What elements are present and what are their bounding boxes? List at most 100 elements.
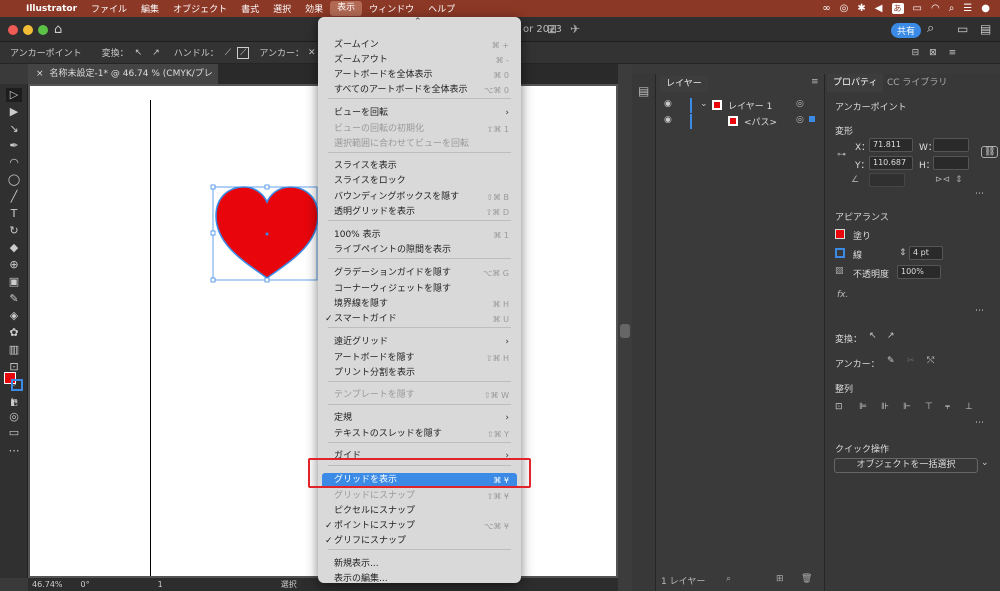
expand-chevron-icon[interactable]: ⌄ xyxy=(700,99,708,109)
blend-tool-icon[interactable]: ◈ xyxy=(6,309,22,323)
more-tools-icon[interactable]: ⋯ xyxy=(6,444,22,458)
menu-item-zoom-out[interactable]: ズームアウト ⌘ - xyxy=(322,53,517,68)
app-menu[interactable]: Illustrator xyxy=(19,4,84,14)
bbox-handle[interactable] xyxy=(210,184,216,190)
vertical-scrollbar[interactable] xyxy=(618,64,632,591)
siri-icon[interactable]: ● xyxy=(981,3,990,14)
menu-item-snap-to-glyph[interactable]: ✓ グリフにスナップ xyxy=(322,534,517,549)
handle-show-icon[interactable]: ⟋ xyxy=(225,48,231,58)
handle-hide-icon[interactable]: ⟋ xyxy=(237,46,250,59)
menu-item-show-slices[interactable]: スライスを表示 xyxy=(322,159,517,174)
path-name[interactable]: <パス> xyxy=(744,115,777,128)
bbox-handle[interactable] xyxy=(210,230,216,236)
locate-icon[interactable]: ⌕ xyxy=(726,574,731,584)
more-align-icon[interactable]: ⋯ xyxy=(975,418,984,428)
flip-h-icon[interactable]: ⊳⊲ xyxy=(935,175,950,185)
menu-file[interactable]: ファイル xyxy=(84,2,134,15)
w-field[interactable] xyxy=(933,138,969,152)
menu-item-reset-rotate[interactable]: ビューの回転の初期化 ⇧⌘ 1 xyxy=(322,122,517,137)
menu-object[interactable]: オブジェクト xyxy=(166,2,234,15)
layer-row[interactable]: ◉ ⌄ レイヤー 1 ◎ xyxy=(656,98,824,113)
menu-item-show-transparency-grid[interactable]: 透明グリッドを表示 ⇧⌘ D xyxy=(322,205,517,220)
type-tool-icon[interactable]: T xyxy=(6,207,22,221)
group-selection-icon[interactable]: ↘ xyxy=(6,122,22,136)
angle-field[interactable] xyxy=(869,173,905,187)
convert-corner-icon[interactable]: ↖ xyxy=(869,331,877,341)
scroll-up-chevron-icon[interactable]: ⌃ xyxy=(414,17,422,27)
home-icon[interactable]: ⌂ xyxy=(54,22,62,37)
gpu-icon[interactable]: ✈ xyxy=(570,22,580,36)
anchor-delete-icon[interactable]: ✎ xyxy=(887,356,895,366)
align-hcenter-icon[interactable]: ⊪ xyxy=(881,402,889,412)
document-tab[interactable]: ×名称未設定-1* @ 46.74 % (CMYK/プレビュー) xyxy=(28,64,218,99)
bbox-handle[interactable] xyxy=(264,184,270,190)
volume-icon[interactable]: ◀ xyxy=(875,3,883,14)
creative-cloud-icon[interactable]: ∞ xyxy=(822,3,830,14)
menu-item-show-livepaint-gaps[interactable]: ライブペイントの隙間を表示 xyxy=(322,243,517,258)
zoom-level[interactable]: 46.74% xyxy=(32,580,63,589)
anchor-join-icon[interactable]: ⤲ xyxy=(927,356,934,366)
arrange-icon[interactable]: ⊞ xyxy=(547,22,557,36)
selected-square-icon[interactable] xyxy=(809,116,815,122)
pen-tool-icon[interactable]: ✒ xyxy=(6,139,22,153)
menu-item-hide-artboards[interactable]: アートボードを隠す ⇧⌘ H xyxy=(322,351,517,366)
menu-item-hide-bounding-box[interactable]: バウンディングボックスを隠す ⇧⌘ B xyxy=(322,190,517,205)
menu-item-hide-text-threads[interactable]: テキストのスレッドを隠す ⇧⌘ Y xyxy=(322,427,517,442)
cc-libraries-tab[interactable]: CC ライブラリ xyxy=(881,74,953,92)
curvature-tool-icon[interactable]: ◠ xyxy=(6,156,22,170)
flip-v-icon[interactable]: ⇕ xyxy=(955,175,963,185)
reference-point-icon[interactable]: ⊶ xyxy=(837,150,846,160)
scroll-thumb[interactable] xyxy=(620,324,630,338)
anchor-remove-icon[interactable]: ✕ xyxy=(308,48,316,58)
close-button[interactable] xyxy=(8,25,18,35)
search-icon[interactable]: ⌕ xyxy=(927,21,934,36)
heart-shape[interactable] xyxy=(208,182,320,286)
layer-name[interactable]: レイヤー 1 xyxy=(728,99,772,112)
comments-icon[interactable]: ▤ xyxy=(638,84,649,98)
align-right-icon[interactable]: ⊩ xyxy=(903,402,911,412)
more-appearance-icon[interactable]: ⋯ xyxy=(975,306,984,316)
menu-item-snap-to-pixel[interactable]: ピクセルにスナップ xyxy=(322,504,517,519)
eyedropper-tool-icon[interactable]: ✎ xyxy=(6,292,22,306)
convert-corner-icon[interactable]: ↖ xyxy=(135,48,143,58)
more-transform-icon[interactable]: ⋯ xyxy=(975,189,984,199)
menu-item-rulers[interactable]: 定規 › xyxy=(322,411,517,426)
align-top-icon[interactable]: ⊤ xyxy=(925,402,933,412)
graph-tool-icon[interactable]: ▥ xyxy=(6,343,22,357)
control-center-icon[interactable]: ☰ xyxy=(963,3,972,14)
menu-edit[interactable]: 編集 xyxy=(134,2,166,15)
direct-selection-tool-icon[interactable]: ▶ xyxy=(6,105,22,119)
menu-item-lock-slices[interactable]: スライスをロック xyxy=(322,174,517,189)
artboard-number[interactable]: 1 xyxy=(158,580,163,589)
input-source-icon[interactable]: あ xyxy=(891,3,904,14)
bbox-handle[interactable] xyxy=(264,277,270,283)
x-field[interactable]: 71.811 xyxy=(869,138,913,152)
delete-layer-icon[interactable]: 🗑 xyxy=(801,574,812,584)
menu-select[interactable]: 選択 xyxy=(266,2,298,15)
stroke-color-swatch[interactable] xyxy=(835,248,845,258)
angle-icon[interactable]: ∠ xyxy=(851,175,859,185)
layers-panel-menu-icon[interactable]: ≡ xyxy=(811,77,819,87)
anchor-cut-icon[interactable]: ✂ xyxy=(907,356,915,366)
bluetooth-icon[interactable]: ✱ xyxy=(857,3,865,14)
menu-item-hide-corner-widget[interactable]: コーナーウィジェットを隠す xyxy=(322,282,517,297)
visibility-eye-icon[interactable]: ◉ xyxy=(664,99,672,109)
quick-dropdown-icon[interactable]: ⌄ xyxy=(981,458,989,468)
ellipse-tool-icon[interactable]: ◯ xyxy=(6,173,22,187)
select-same-button[interactable]: オブジェクトを一括選択 xyxy=(834,458,978,473)
rotation-angle[interactable]: 0° xyxy=(81,580,90,589)
spotlight-icon[interactable]: ⌕ xyxy=(949,3,955,14)
menu-item-rotate-view[interactable]: ビューを回転 › xyxy=(322,106,517,121)
menu-item-fit-all-artboards[interactable]: すべてのアートボードを全体表示 ⌥⌘ 0 xyxy=(322,83,517,98)
rotate-tool-icon[interactable]: ↻ xyxy=(6,224,22,238)
menu-item-edit-views[interactable]: 表示の編集... xyxy=(322,572,517,587)
menu-item-show-print-tiling[interactable]: プリント分割を表示 xyxy=(322,366,517,381)
convert-smooth-icon[interactable]: ↗ xyxy=(887,331,895,341)
menu-item-fit-artboard[interactable]: アートボードを全体表示 ⌘ 0 xyxy=(322,68,517,83)
shape-builder-icon[interactable]: ⊕ xyxy=(6,258,22,272)
wifi-icon[interactable]: ◠ xyxy=(931,3,940,14)
align-left-icon[interactable]: ⊫ xyxy=(859,402,867,412)
menu-item-perspective-grid[interactable]: 遠近グリッド › xyxy=(322,335,517,350)
menu-item-rotate-to-selection[interactable]: 選択範囲に合わせてビューを回転 xyxy=(322,137,517,152)
menu-item-actual-size[interactable]: 100% 表示 ⌘ 1 xyxy=(322,228,517,243)
